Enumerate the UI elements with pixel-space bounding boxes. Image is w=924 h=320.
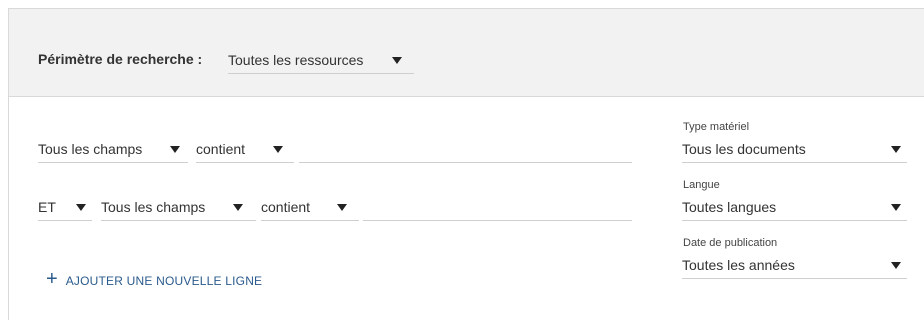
row1-field-value: Tous les champs: [38, 141, 143, 157]
row1-query-field[interactable]: [299, 137, 632, 162]
chevron-down-icon: [76, 204, 86, 211]
material-type-value: Tous les documents: [682, 141, 806, 157]
publication-date-label: Date de publication: [683, 237, 778, 249]
chevron-down-icon: [392, 57, 402, 64]
row2-query-field[interactable]: [363, 195, 632, 220]
advanced-search-panel: Périmètre de recherche : Toutes les ress…: [8, 8, 924, 320]
row1-operator-dropdown[interactable]: contient: [196, 137, 294, 163]
material-type-dropdown[interactable]: Tous les documents: [682, 137, 907, 163]
plus-icon: +: [46, 267, 58, 290]
chevron-down-icon: [891, 204, 901, 211]
row1-operator-value: contient: [196, 141, 246, 157]
row2-field-value: Tous les champs: [101, 199, 206, 215]
row2-query-input[interactable]: [363, 195, 632, 221]
row1-query-input[interactable]: [299, 137, 632, 163]
add-new-line-label: AJOUTER UNE NOUVELLE LIGNE: [65, 273, 263, 288]
language-label: Langue: [683, 179, 720, 191]
chevron-down-icon: [891, 262, 901, 269]
chevron-down-icon: [337, 204, 347, 211]
scope-dropdown-value: Toutes les ressources: [228, 52, 364, 68]
add-new-line-button[interactable]: + AJOUTER UNE NOUVELLE LIGNE: [46, 267, 263, 290]
language-dropdown[interactable]: Toutes langues: [682, 195, 907, 221]
chevron-down-icon: [233, 204, 243, 211]
chevron-down-icon: [170, 146, 180, 153]
publication-date-value: Toutes les années: [682, 257, 795, 273]
search-scope-bar: Périmètre de recherche : Toutes les ress…: [9, 9, 924, 97]
row2-operator-dropdown[interactable]: contient: [261, 195, 359, 221]
row1-field-dropdown[interactable]: Tous les champs: [38, 137, 188, 163]
scope-label: Périmètre de recherche :: [38, 51, 203, 67]
row2-operator-value: contient: [261, 199, 311, 215]
chevron-down-icon: [891, 146, 901, 153]
publication-date-dropdown[interactable]: Toutes les années: [682, 253, 907, 279]
language-value: Toutes langues: [682, 199, 777, 215]
material-type-label: Type matériel: [683, 121, 750, 133]
row2-field-dropdown[interactable]: Tous les champs: [101, 195, 256, 221]
scope-dropdown[interactable]: Toutes les ressources: [228, 48, 414, 74]
row2-boolean-dropdown[interactable]: ET: [38, 195, 92, 221]
chevron-down-icon: [273, 146, 283, 153]
row2-boolean-value: ET: [38, 199, 56, 215]
